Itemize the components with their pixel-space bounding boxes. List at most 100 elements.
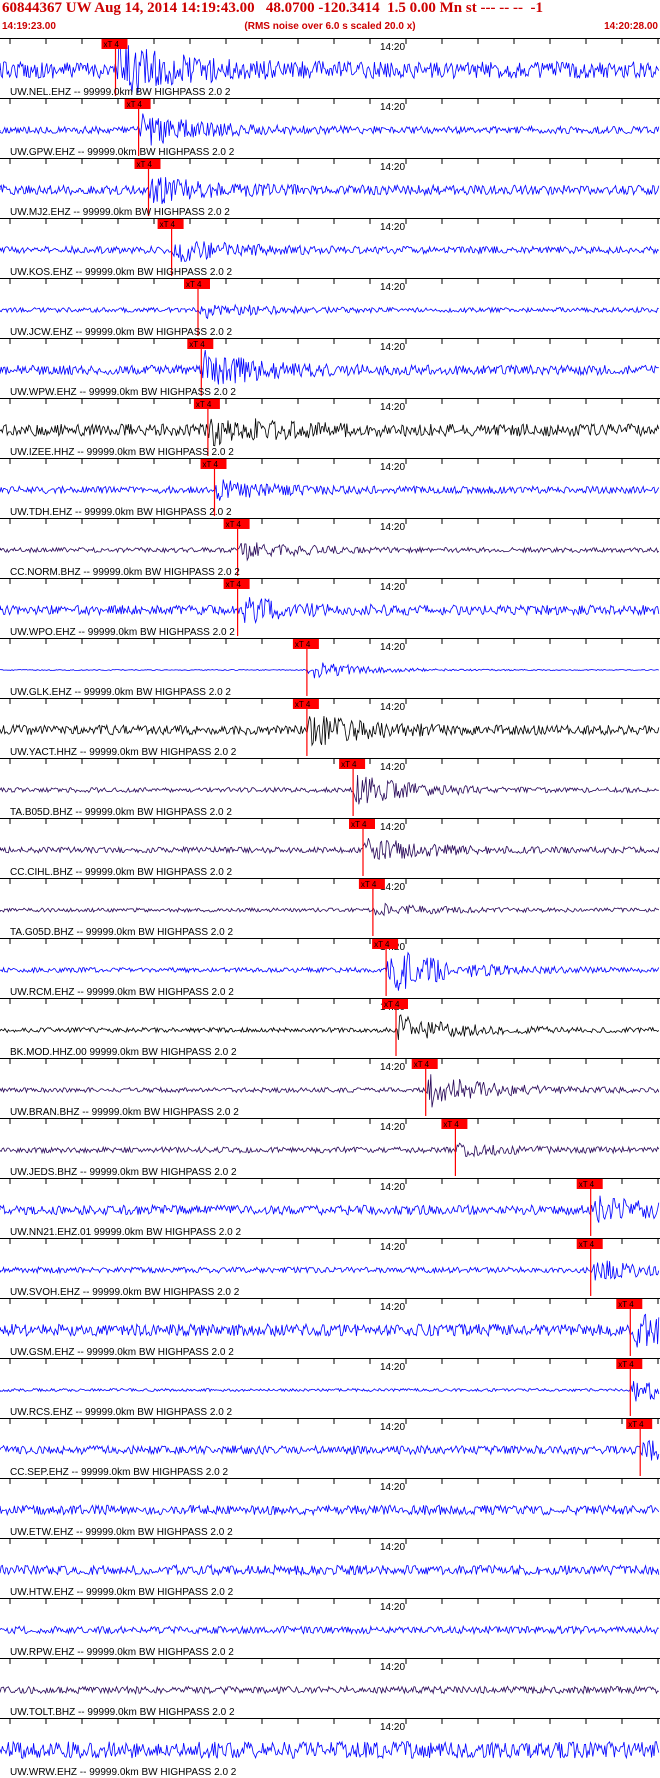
pick-label: xT 4 <box>341 760 357 769</box>
pick-label: xT 4 <box>127 100 143 109</box>
station-label: UW.NEL.EHZ -- 99999.0km BW HIGHPASS 2.0 … <box>10 87 231 98</box>
waveform <box>0 1260 660 1281</box>
waveform <box>0 1381 660 1402</box>
station-label: UW.RPW.EHZ -- 99999.0km BW HIGHPASS 2.0 … <box>10 1647 234 1658</box>
station-label: UW.SVOH.EHZ -- 99999.0km BW HIGHPASS 2.0… <box>10 1287 240 1298</box>
minute-label: 14:20 <box>380 1182 405 1193</box>
pick-label: xT 4 <box>186 280 202 289</box>
trace-row: 14:20 UW.ETW.EHZ -- 99999.0km BW HIGHPASS… <box>0 1478 660 1538</box>
station-label: CC.CIHL.BHZ -- 99999.0km BW HIGHPASS 2.0… <box>10 867 233 878</box>
trace-row: 14:20 xT 4 UW.WPW.EHZ -- 99999.0km BW HIGH… <box>0 338 660 398</box>
pick-label: xT 4 <box>189 340 205 349</box>
station-label: UW.KOS.EHZ -- 99999.0km BW HIGHPASS 2.0 … <box>10 267 233 278</box>
minute-label: 14:20 <box>380 642 405 653</box>
station-label: UW.ETW.EHZ -- 99999.0km BW HIGHPASS 2.0 … <box>10 1527 233 1538</box>
waveform <box>0 838 660 861</box>
pick-label: xT 4 <box>295 640 311 649</box>
station-label: UW.JCW.EHZ -- 99999.0km BW HIGHPASS 2.0 … <box>10 327 233 338</box>
waveform <box>0 951 660 991</box>
end-time: 14:20:28.00 <box>604 21 658 32</box>
minute-label: 14:20 <box>380 522 405 533</box>
station-label: UW.WPO.EHZ -- 99999.0km BW HIGHPASS 2.0 … <box>10 627 235 638</box>
trace-row: 14:20 xT 4 UW.GSM.EHZ -- 99999.0km BW HIGH… <box>0 1298 660 1358</box>
station-label: UW.MJ2.EHZ -- 99999.0km BW HIGHPASS 2.0 … <box>10 207 230 218</box>
trace-row: 14:20 xT 4 TA.B05D.BHZ -- 99999.0km BW HIG… <box>0 758 660 818</box>
scaling-note: (RMS noise over 6.0 s scaled 20.0 x) <box>244 21 416 32</box>
trace-row: 14:20 xT 4 UW.NN21.EHZ.01 99999.0km BW HIG… <box>0 1178 660 1238</box>
waveform <box>0 418 660 447</box>
trace-row: 14:20 UW.HTW.EHZ -- 99999.0km BW HIGHPASS… <box>0 1538 660 1598</box>
trace-row: 14:20 xT 4 UW.RCS.EHZ -- 99999.0km BW HIGH… <box>0 1358 660 1418</box>
trace-row: 14:20xT 4UW.RCM.EHZ -- 99999.0km BW HIGH… <box>0 938 660 998</box>
pick-label: xT 4 <box>618 1360 634 1369</box>
trace-row: 14:20 xT 4 UW.TDH.EHZ -- 99999.0km BW HIGH… <box>0 458 660 518</box>
minute-label: 14:20 <box>380 1542 405 1553</box>
minute-label: 14:20 <box>380 1302 405 1313</box>
minute-label: 14:20 <box>380 1602 405 1613</box>
waveform <box>0 1740 660 1760</box>
trace-row: 14:20 xT 4 UW.KOS.EHZ -- 99999.0km BW HIGH… <box>0 218 660 278</box>
minute-label: 14:20 <box>380 1122 405 1133</box>
pick-label: xT 4 <box>579 1240 595 1249</box>
station-label: UW.GSM.EHZ -- 99999.0km BW HIGHPASS 2.0 … <box>10 1347 234 1358</box>
trace-row: 14:20 xT 4 UW.IZEE.HHZ -- 99999.0km BW HIG… <box>0 398 660 458</box>
pick-label: xT 4 <box>361 880 377 889</box>
waveform <box>0 113 660 146</box>
waveform <box>0 662 659 679</box>
trace-row: 14:20 UW.WRW.EHZ -- 99999.0km BW HIGHPASS… <box>0 1718 660 1778</box>
waveform <box>0 349 659 385</box>
station-label: UW.RCM.EHZ -- 99999.0km BW HIGHPASS 2.0 … <box>10 987 234 998</box>
waveform <box>0 542 660 562</box>
waveform <box>0 597 660 624</box>
pick-label: xT 4 <box>414 1060 430 1069</box>
station-label: UW.JEDS.BHZ -- 99999.0km BW HIGHPASS 2.0… <box>10 1167 237 1178</box>
pick-label: xT 4 <box>618 1300 634 1309</box>
event-title: 60844367 UW Aug 14, 2014 14:19:43.00 48.… <box>2 0 543 16</box>
trace-row: 14:20xT 4TA.G05D.BHZ -- 99999.0km BW HIG… <box>0 878 660 938</box>
trace-row: 14:20 xT 4 CC.CIHL.BHZ -- 99999.0km BW HIG… <box>0 818 660 878</box>
pick-label: xT 4 <box>384 1000 400 1009</box>
trace-row: 14:20 xT 4 UW.GLK.EHZ -- 99999.0km BW HIGH… <box>0 638 660 698</box>
minute-label: 14:20 <box>380 1242 405 1253</box>
trace-row: 14:20 xT 4 CC.NORM.BHZ -- 99999.0km BW HIG… <box>0 518 660 578</box>
trace-row: 14:20 UW.RPW.EHZ -- 99999.0km BW HIGHPASS… <box>0 1598 660 1658</box>
waveform <box>0 1624 659 1636</box>
station-label: UW.TOLT.BHZ -- 99999.0km BW HIGHPASS 2.0… <box>10 1707 235 1718</box>
minute-label: 14:20 <box>380 222 405 233</box>
waveform <box>0 1142 660 1158</box>
station-label: UW.WPW.EHZ -- 99999.0km BW HIGHPASS 2.0 … <box>10 387 236 398</box>
waveform <box>0 40 660 94</box>
pick-label: xT 4 <box>628 1420 644 1429</box>
waveform <box>0 716 660 747</box>
minute-label: 14:20 <box>380 342 405 353</box>
minute-label: 14:20 <box>380 1362 405 1373</box>
station-label: TA.B05D.BHZ -- 99999.0km BW HIGHPASS 2.0… <box>10 807 232 818</box>
trace-row: 14:20 xT 4 UW.GPW.EHZ -- 99999.0km BW HIGH… <box>0 98 660 158</box>
minute-label: 14:20 <box>380 462 405 473</box>
minute-label: 14:20 <box>380 702 405 713</box>
station-label: UW.YACT.HHZ -- 99999.0km BW HIGHPASS 2.0… <box>10 747 237 758</box>
minute-label: 14:20 <box>380 42 405 53</box>
trace-row: 14:20 xT 4 UW.JEDS.BHZ -- 99999.0km BW HIG… <box>0 1118 660 1178</box>
trace-row: 14:20xT 4BK.MOD.HHZ.00 99999.0km BW HIGH… <box>0 998 660 1058</box>
minute-label: 14:20 <box>380 1062 405 1073</box>
waveform <box>0 1195 660 1223</box>
pick-label: xT 4 <box>196 400 212 409</box>
waveform <box>0 177 660 205</box>
station-label: UW.GLK.EHZ -- 99999.0km BW HIGHPASS 2.0 … <box>10 687 231 698</box>
pick-label: xT 4 <box>295 700 311 709</box>
minute-label: 14:20 <box>380 1482 405 1493</box>
waveform <box>0 1684 659 1695</box>
minute-label: 14:20 <box>380 762 405 773</box>
waveform <box>0 303 659 320</box>
minute-label: 14:20 <box>380 162 405 173</box>
station-label: UW.BRAN.BHZ -- 99999.0km BW HIGHPASS 2.0… <box>10 1107 239 1118</box>
station-label: UW.WRW.EHZ -- 99999.0km BW HIGHPASS 2.0 … <box>10 1767 237 1778</box>
pick-label: xT 4 <box>443 1120 459 1129</box>
minute-label: 14:20 <box>380 282 405 293</box>
pick-label: xT 4 <box>374 940 390 949</box>
pick-label: xT 4 <box>226 520 242 529</box>
trace-row: 14:20 UW.TOLT.BHZ -- 99999.0km BW HIGHPAS… <box>0 1658 660 1718</box>
station-label: BK.MOD.HHZ.00 99999.0km BW HIGHPASS 2.0 … <box>10 1047 237 1058</box>
trace-row: 14:20 xT 4 UW.NEL.EHZ -- 99999.0km BW HIGH… <box>0 38 660 98</box>
